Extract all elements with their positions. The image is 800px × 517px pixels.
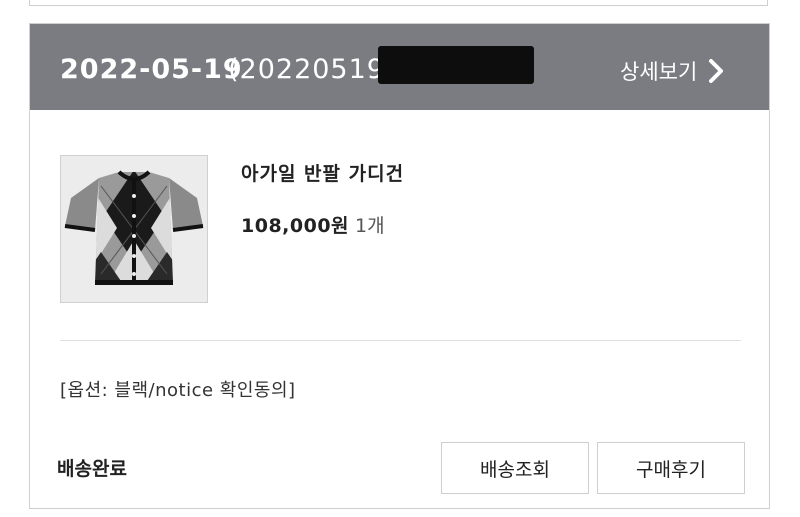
order-detail-link[interactable]: 상세보기 — [620, 56, 725, 86]
product-option: [옵션: 블랙/notice 확인동의] — [60, 380, 296, 401]
track-delivery-button[interactable]: 배송조회 — [441, 442, 589, 494]
order-header: 2022-05-19 (20220519 상세보기 — [30, 24, 769, 110]
cardigan-image-icon — [61, 156, 207, 302]
order-number: (20220519 — [228, 54, 385, 85]
product-quantity: 1개 — [355, 215, 385, 237]
chevron-right-icon — [707, 58, 725, 84]
write-review-button[interactable]: 구매후기 — [597, 442, 745, 494]
previous-order-card-edge — [29, 0, 768, 6]
product-name[interactable]: 아가일 반팔 가디건 — [241, 159, 404, 186]
order-detail-label: 상세보기 — [620, 60, 698, 84]
order-date: 2022-05-19 — [60, 54, 243, 85]
product-price: 108,000원 — [241, 215, 350, 237]
redaction-mark — [378, 46, 534, 84]
divider — [60, 340, 741, 341]
product-thumbnail[interactable] — [60, 155, 208, 303]
order-card: 2022-05-19 (20220519 상세보기 아가일 반팔 가디건 108… — [29, 23, 770, 509]
shipping-status: 배송완료 — [57, 458, 127, 480]
price-row: 108,000원 1개 — [241, 211, 385, 238]
